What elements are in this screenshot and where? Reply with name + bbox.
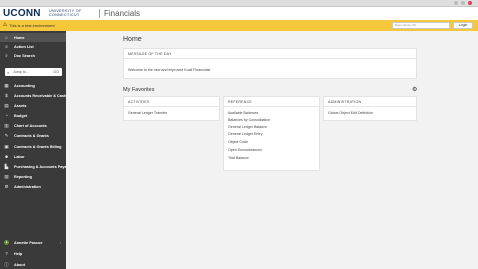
university-name: UNIVERSITY OF CONNECTICUT xyxy=(49,9,82,18)
home-icon: ⌂ xyxy=(5,35,8,40)
administration-card: ADMINISTRATION Global Object Edit Defini… xyxy=(323,96,417,121)
banner-message: This is a test environment xyxy=(9,23,55,28)
app-header: UCONN UNIVERSITY OF CONNECTICUT Financia… xyxy=(0,7,478,20)
login-button[interactable]: Login xyxy=(453,22,473,29)
favorites-title: My Favorites xyxy=(123,87,155,93)
favorite-link[interactable]: Open Encumbrances xyxy=(228,148,262,152)
list-icon: ≡ xyxy=(5,44,8,49)
logo-divider xyxy=(99,9,100,18)
favorite-link[interactable]: General Ledger Balance xyxy=(228,125,267,129)
search-icon: ⌕ xyxy=(5,53,8,58)
sidebar-item-contracts-grants[interactable]: ✎ Contracts & Grants xyxy=(0,131,66,140)
sidebar-item-labor[interactable]: ☻ Labor xyxy=(0,152,66,161)
search-icon: ⌕ xyxy=(7,69,10,75)
warning-icon: ⚠ xyxy=(2,22,8,28)
sidebar-item-label: Reporting xyxy=(14,174,32,179)
sidebar-item-reporting[interactable]: ▧ Reporting xyxy=(0,172,66,181)
help-icon: ? xyxy=(5,251,8,256)
divider xyxy=(224,106,319,107)
sidebar-item-label: Doc Search xyxy=(14,53,35,58)
browser-controls xyxy=(454,1,472,5)
jump-go-button[interactable]: GO xyxy=(53,70,59,74)
divider xyxy=(124,106,219,107)
chart-icon: ▥ xyxy=(4,123,9,128)
main-content: Home MESSAGE OF THE DAY Welcome to the n… xyxy=(66,31,478,269)
sidebar-item-label: Assets xyxy=(14,103,27,108)
sidebar-item-label: Purchasing & Accounts Paya... xyxy=(14,164,70,169)
app-title: Financials xyxy=(104,9,141,18)
browser-chrome xyxy=(0,0,478,7)
card-title: ACTIVITIES xyxy=(128,100,150,104)
sidebar-item-user[interactable]: ● Annette Pascoe › xyxy=(0,238,66,247)
card-title: MESSAGE OF THE DAY xyxy=(128,52,172,56)
info-icon: ⓘ xyxy=(4,262,9,267)
sidebar-item-label: Chart of Accounts xyxy=(14,123,47,128)
sidebar-item-label: Budget xyxy=(14,113,28,118)
card-title: ADMINISTRATION xyxy=(328,100,362,104)
billing-icon: ▣ xyxy=(4,144,9,149)
sidebar-item-label: Labor xyxy=(14,154,25,159)
sidebar-item-label: Action List xyxy=(14,44,34,49)
message-of-the-day-card: MESSAGE OF THE DAY Welcome to the new an… xyxy=(123,48,417,79)
sidebar: ⌂ Home ≡ Action List ⌕ Doc Search ⌕ Jump… xyxy=(0,31,70,269)
extension-icon[interactable] xyxy=(454,1,458,5)
report-icon: ▧ xyxy=(4,174,9,179)
user-icon: ● xyxy=(4,240,9,245)
sidebar-item-assets[interactable]: ▤ Assets xyxy=(0,101,66,110)
sidebar-item-label: Annette Pascoe xyxy=(14,240,43,245)
favorite-link[interactable]: Object Code xyxy=(228,140,248,144)
sidebar-item-label: Accounting xyxy=(14,83,35,88)
reference-card: REFERENCE Available Balances Balances by… xyxy=(223,96,320,171)
favorite-link[interactable]: Trial Balance xyxy=(228,156,249,160)
favorite-link[interactable]: General Ledger Entry xyxy=(228,132,262,136)
chevron-right-icon: › xyxy=(59,240,61,245)
contract-icon: ✎ xyxy=(4,133,9,138)
page-title: Home xyxy=(123,36,142,43)
uconn-logo[interactable]: UCONN xyxy=(3,8,41,19)
sidebar-item-label: About xyxy=(14,262,25,267)
sidebar-item-chart-of-accounts[interactable]: ▥ Chart of Accounts xyxy=(0,121,66,130)
card-title: REFERENCE xyxy=(228,100,252,104)
motd-text: Welcome to the new and improved Kuali Fi… xyxy=(128,68,211,72)
favorite-link[interactable]: Balances by Consolidation xyxy=(228,118,270,122)
sidebar-item-about[interactable]: ⓘ About xyxy=(0,260,66,269)
doc-search-input[interactable]: Basic (Enter ID) xyxy=(392,22,450,29)
sidebar-item-label: Help xyxy=(14,251,23,256)
favorite-link[interactable]: Global Object Edit Definition xyxy=(328,111,373,115)
profile-icon[interactable] xyxy=(468,1,472,5)
calculator-icon: ▦ xyxy=(4,83,9,88)
sidebar-item-contracts-grants-billing[interactable]: ▣ Contracts & Grants Billing xyxy=(0,142,66,151)
favorite-link[interactable]: General Ledger Transfer xyxy=(128,111,167,115)
sidebar-item-action-list[interactable]: ≡ Action List xyxy=(0,42,66,51)
jump-to-input[interactable]: Jump to... xyxy=(13,70,29,74)
sidebar-item-label: Home xyxy=(14,35,25,40)
sidebar-item-label: Administration xyxy=(14,184,41,189)
jump-to-box[interactable]: ⌕ Jump to... GO xyxy=(5,68,62,76)
sidebar-item-budget[interactable]: ◔ Budget xyxy=(0,111,66,120)
divider xyxy=(124,58,416,59)
sidebar-item-administration[interactable]: ⚙ Administration xyxy=(0,182,66,191)
sidebar-item-label: Contracts & Grants xyxy=(14,133,49,138)
gear-icon: ⚙ xyxy=(4,184,9,189)
sidebar-item-label: Contracts & Grants Billing xyxy=(14,144,62,149)
sidebar-item-accounts-receivable[interactable]: $ Accounts Receivable & Cash xyxy=(0,91,66,100)
labor-icon: ☻ xyxy=(4,154,9,159)
building-icon: ▤ xyxy=(4,103,9,108)
gear-icon[interactable]: ⚙ xyxy=(412,86,417,93)
test-environment-banner: ⚠ This is a test environment Basic (Ente… xyxy=(0,20,478,31)
favorite-link[interactable]: Available Balances xyxy=(228,111,258,115)
budget-icon: ◔ xyxy=(5,113,8,118)
sidebar-item-purchasing[interactable]: ▙ Purchasing & Accounts Paya... xyxy=(0,162,70,171)
activities-card: ACTIVITIES General Ledger Transfer xyxy=(123,96,220,121)
sidebar-item-doc-search[interactable]: ⌕ Doc Search xyxy=(0,51,66,60)
sidebar-item-help[interactable]: ? Help xyxy=(0,249,66,258)
divider xyxy=(324,106,416,107)
cart-icon: ▙ xyxy=(4,164,9,169)
cash-icon: $ xyxy=(5,93,8,98)
extension-icon[interactable] xyxy=(461,1,465,5)
sidebar-item-home[interactable]: ⌂ Home xyxy=(0,33,66,42)
sidebar-item-label: Accounts Receivable & Cash xyxy=(14,93,67,98)
sidebar-item-accounting[interactable]: ▦ Accounting xyxy=(0,81,66,90)
